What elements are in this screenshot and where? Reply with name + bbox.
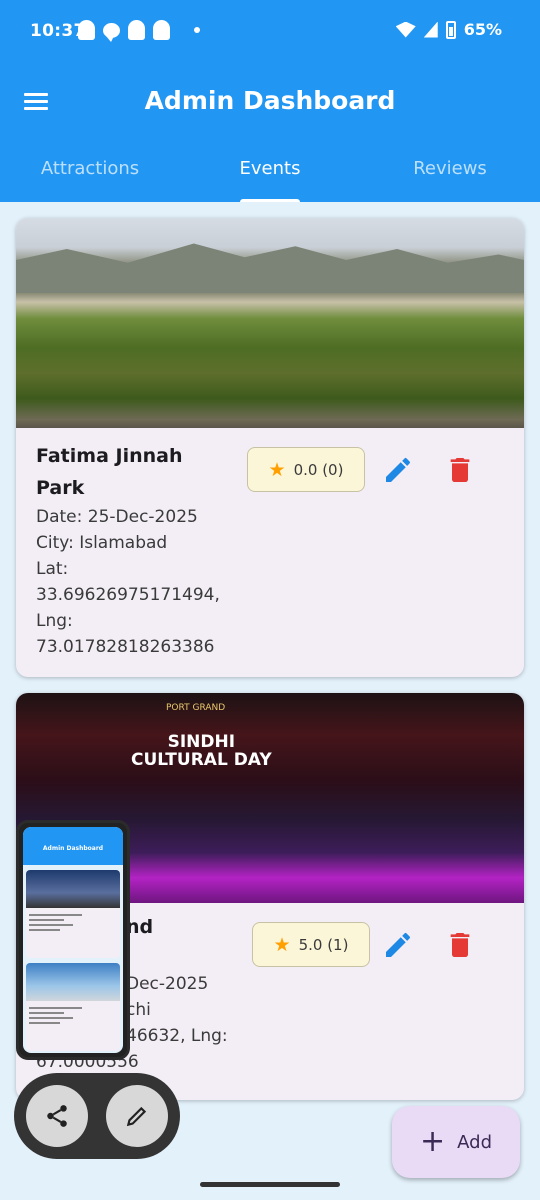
page-title: Admin Dashboard — [144, 86, 396, 115]
tab-events[interactable]: Events — [180, 146, 360, 202]
event-lat-value: 33.69626975171494, — [36, 585, 220, 605]
status-bar: 10:37 65% — [0, 0, 540, 66]
preview-screen: Admin Dashboard — [23, 827, 123, 1053]
tab-reviews[interactable]: Reviews — [360, 146, 540, 202]
event-lng-value: 73.01782818263386 — [36, 637, 215, 657]
battery-icon — [445, 20, 456, 39]
rating-chip[interactable]: ★ 0.0 (0) — [247, 447, 365, 492]
battery-percent: 65% — [463, 20, 502, 39]
preview-card — [26, 870, 120, 958]
share-icon — [47, 1105, 67, 1127]
event-info: Fatima Jinnah Park Date: 25-Dec-2025 Cit… — [36, 440, 236, 660]
app-bar: 10:37 65% Admin Dashboard Attractions Ev… — [0, 0, 540, 202]
event-city: City: Islamabad — [36, 533, 168, 553]
snapchat-icon — [128, 20, 145, 40]
star-icon: ★ — [273, 933, 291, 956]
tab-attractions[interactable]: Attractions — [0, 146, 180, 202]
preview-card — [26, 963, 120, 1051]
event-card[interactable]: Fatima Jinnah Park Date: 25-Dec-2025 Cit… — [16, 218, 524, 677]
pencil-icon — [126, 1106, 147, 1127]
delete-icon[interactable] — [444, 929, 476, 961]
screenshot-preview[interactable]: Admin Dashboard — [16, 820, 130, 1060]
signal-icon — [423, 21, 438, 38]
star-icon: ★ — [268, 458, 286, 481]
more-notifications-dot-icon — [194, 27, 200, 33]
add-button[interactable]: + Add — [392, 1106, 520, 1178]
share-button[interactable] — [26, 1085, 88, 1147]
edit-icon[interactable] — [382, 929, 414, 961]
wifi-icon — [395, 21, 416, 38]
mountain-silhouette — [16, 243, 524, 293]
markup-button[interactable] — [106, 1085, 168, 1147]
event-lng-label: Lng: — [36, 611, 73, 631]
add-button-label: Add — [457, 1131, 492, 1153]
event-name: Fatima Jinnah Park — [36, 445, 183, 499]
photo-banner-text: SINDHI CULTURAL DAY — [131, 732, 272, 770]
rating-chip[interactable]: ★ 5.0 (1) — [252, 922, 370, 967]
chat-icon — [103, 22, 120, 42]
snapchat-icon — [153, 20, 170, 40]
rating-value: 5.0 (1) — [298, 935, 349, 954]
event-lat-label: Lat: — [36, 559, 69, 579]
system-icons: 65% — [395, 20, 502, 39]
delete-icon[interactable] — [444, 454, 476, 486]
notification-icons — [78, 20, 200, 42]
rating-value: 0.0 (0) — [293, 460, 344, 479]
preview-title: Admin Dashboard — [23, 827, 123, 865]
snapchat-icon — [78, 20, 95, 40]
tab-bar: Attractions Events Reviews — [0, 146, 540, 202]
photo-brand-text: PORT GRAND — [166, 703, 226, 713]
plus-icon: + — [420, 1124, 446, 1159]
event-date: Date: 25-Dec-2025 — [36, 507, 198, 527]
event-photo — [16, 218, 524, 428]
screenshot-toolbar — [14, 1073, 180, 1159]
home-indicator[interactable] — [200, 1182, 340, 1187]
edit-icon[interactable] — [382, 454, 414, 486]
